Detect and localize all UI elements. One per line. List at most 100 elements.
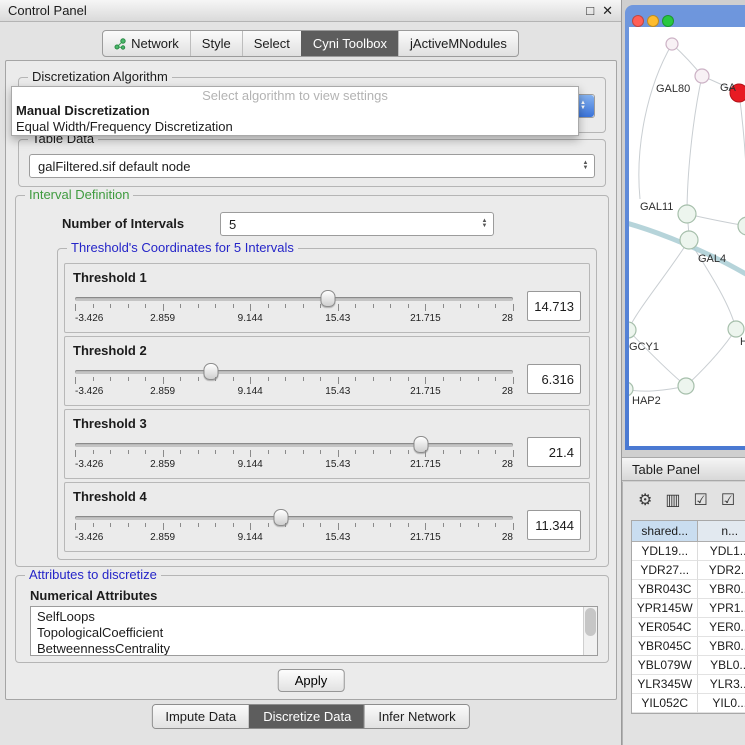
table-row[interactable]: YDR27...YDR2... <box>632 561 745 580</box>
network-edge[interactable] <box>739 93 745 226</box>
network-node[interactable] <box>629 322 636 338</box>
threshold-label: Threshold 3 <box>73 416 581 431</box>
table-row[interactable]: YER054CYER0... <box>632 618 745 637</box>
tick-mark <box>460 450 461 454</box>
tick-mark <box>390 377 391 381</box>
tick-mark <box>128 450 129 454</box>
table-row[interactable]: YLR345WYLR3... <box>632 675 745 694</box>
tick-mark <box>425 377 426 384</box>
network-node[interactable] <box>728 321 744 337</box>
network-node[interactable] <box>678 378 694 394</box>
tick-mark <box>128 377 129 381</box>
tick-mark <box>320 304 321 308</box>
attributes-scrollbar[interactable] <box>583 607 597 655</box>
network-edge[interactable] <box>629 240 689 330</box>
network-node[interactable] <box>678 205 696 223</box>
tick-mark <box>163 377 164 384</box>
slider-ticks <box>75 377 513 385</box>
tick-mark <box>408 450 409 454</box>
network-edge[interactable] <box>639 44 672 199</box>
tick-mark <box>390 450 391 454</box>
tick-mark <box>180 523 181 527</box>
scrollbar-thumb[interactable] <box>585 608 596 636</box>
slider-ticks <box>75 450 513 458</box>
tick-mark <box>320 523 321 527</box>
table-row[interactable]: YDL19...YDL1... <box>632 542 745 561</box>
scale-label: 2.859 <box>150 313 175 324</box>
tab-style[interactable]: Style <box>190 31 242 56</box>
table-row[interactable]: YBR043CYBR0... <box>632 580 745 599</box>
list-item-topologicalcoefficient[interactable]: TopologicalCoefficient <box>37 625 597 641</box>
slider-track[interactable] <box>75 443 513 447</box>
minimize-traffic-light-icon[interactable] <box>647 15 659 27</box>
list-item-betweennesscentrality[interactable]: BetweennessCentrality <box>37 641 597 656</box>
tick-mark <box>303 304 304 308</box>
threshold-value-field[interactable]: 11.344 <box>527 510 581 540</box>
close-traffic-light-icon[interactable] <box>632 15 644 27</box>
table-row[interactable]: YBR045CYBR0... <box>632 637 745 656</box>
network-node[interactable] <box>680 231 698 249</box>
tick-mark <box>390 523 391 527</box>
tick-mark <box>215 450 216 454</box>
tab-cyni-toolbox[interactable]: Cyni Toolbox <box>301 31 398 56</box>
tab-select[interactable]: Select <box>242 31 301 56</box>
network-edge[interactable] <box>687 76 702 214</box>
tick-mark <box>355 523 356 527</box>
dropdown-option-manual-discretization[interactable]: Manual Discretization <box>12 103 578 119</box>
tick-mark <box>460 523 461 527</box>
node-label: GAL11 <box>640 201 673 213</box>
network-node[interactable] <box>695 69 709 83</box>
tab-network[interactable]: Network <box>103 31 190 56</box>
network-node[interactable] <box>629 382 633 396</box>
checkbox-icon-1[interactable]: ☑ <box>693 493 707 509</box>
table-cell: YDL19... <box>632 542 698 561</box>
table-row[interactable]: YBL079WYBL0... <box>632 656 745 675</box>
table-header-row: shared...n... <box>632 521 745 542</box>
thresholds-group-title: Threshold's Coordinates for 5 Intervals <box>67 240 298 255</box>
dropdown-hint: Select algorithm to view settings <box>12 87 578 103</box>
column-header-1[interactable]: n... <box>698 521 745 542</box>
slider-track[interactable] <box>75 516 513 520</box>
tab-discretize-data[interactable]: Discretize Data <box>249 705 364 728</box>
number-of-intervals-value: 5 <box>221 217 476 232</box>
checkbox-icon-2[interactable]: ☑ <box>721 493 735 509</box>
table-cell: YPR1... <box>698 599 745 618</box>
interval-definition-group: Interval Definition Number of Intervals … <box>15 195 609 567</box>
tab-impute-data[interactable]: Impute Data <box>152 705 249 728</box>
threshold-value-field[interactable]: 14.713 <box>527 291 581 321</box>
threshold-value-field[interactable]: 21.4 <box>527 437 581 467</box>
table-row[interactable]: YPR145WYPR1... <box>632 599 745 618</box>
network-canvas[interactable]: GAL80GAGAL11GAL4GCY1HHAP2 <box>629 27 745 446</box>
tab-jactivemnodules[interactable]: jActiveMNodules <box>398 31 518 56</box>
network-node[interactable] <box>666 38 678 50</box>
columns-icon[interactable]: ▥ <box>665 493 680 509</box>
numerical-attributes-list[interactable]: SelfLoopsTopologicalCoefficientBetweenne… <box>30 606 598 656</box>
table-data-select[interactable]: galFiltered.sif default node ▲▼ <box>29 154 595 178</box>
slider-track[interactable] <box>75 370 513 374</box>
list-item-selfloops[interactable]: SelfLoops <box>37 609 597 625</box>
slider-track[interactable] <box>75 297 513 301</box>
dropdown-option-equal-width-frequency-discretization[interactable]: Equal Width/Frequency Discretization <box>12 119 578 135</box>
node-table: shared...n... YDL19...YDL1...YDR27...YDR… <box>631 520 745 714</box>
threshold-value-field[interactable]: 6.316 <box>527 364 581 394</box>
gear-icon[interactable]: ⚙ <box>638 493 652 509</box>
tick-mark <box>355 304 356 308</box>
tick-mark <box>443 523 444 527</box>
scale-label: -3.426 <box>75 459 103 470</box>
tab-infer-network[interactable]: Infer Network <box>364 705 468 728</box>
close-icon[interactable]: ✕ <box>602 3 613 19</box>
network-edge[interactable] <box>629 330 686 386</box>
scale-label: 28 <box>502 459 513 470</box>
number-of-intervals-select[interactable]: 5 ▲▼ <box>220 212 494 236</box>
scale-label: 28 <box>502 386 513 397</box>
number-of-intervals-label: Number of Intervals <box>62 216 184 231</box>
zoom-traffic-light-icon[interactable] <box>662 15 674 27</box>
column-header-0[interactable]: shared... <box>632 521 698 542</box>
scale-label: 21.715 <box>410 386 441 397</box>
network-edge[interactable] <box>629 222 745 277</box>
minimize-icon[interactable]: □ <box>586 3 594 18</box>
network-node[interactable] <box>738 217 745 235</box>
table-row[interactable]: YIL052CYIL0... <box>632 694 745 713</box>
apply-button[interactable]: Apply <box>278 669 345 692</box>
network-edge[interactable] <box>686 329 736 386</box>
